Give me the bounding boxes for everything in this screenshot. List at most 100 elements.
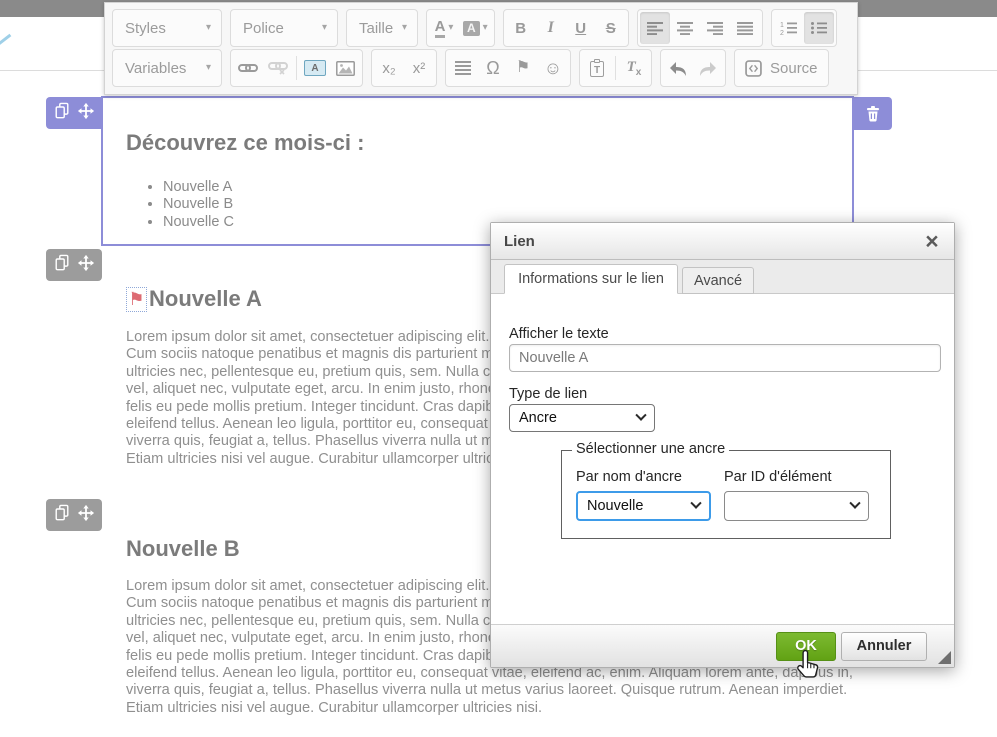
chevron-down-icon: ▾ xyxy=(322,23,327,33)
numbered-list-icon: 12 xyxy=(780,21,798,35)
anchor-fieldset-legend: Sélectionner une ancre xyxy=(572,441,729,457)
unlink-button[interactable] xyxy=(263,52,293,84)
display-text-input[interactable] xyxy=(509,344,941,372)
unlink-icon xyxy=(268,61,288,75)
source-code-icon xyxy=(745,60,762,77)
insert-group: Ω ⚑ ☺ xyxy=(445,49,571,87)
dialog-title: Lien xyxy=(504,233,535,250)
remove-format-button[interactable]: Tx xyxy=(619,52,649,84)
numbered-list-button[interactable]: 12 xyxy=(774,12,804,44)
list-item[interactable]: Nouvelle C xyxy=(163,214,234,231)
trash-icon xyxy=(866,106,880,122)
variables-dropdown[interactable]: Variables ▾ xyxy=(112,49,222,87)
underline-icon: U xyxy=(575,21,586,36)
cancel-button[interactable]: Annuler xyxy=(841,632,927,661)
image-button[interactable] xyxy=(330,52,360,84)
link-type-select[interactable]: Ancre xyxy=(509,404,655,432)
italic-button[interactable]: I xyxy=(536,12,566,44)
source-button[interactable]: Source xyxy=(737,52,826,84)
subscript-button[interactable]: x₂ xyxy=(374,52,404,84)
smiley-icon: ☺ xyxy=(544,59,562,77)
copy-block-icon[interactable] xyxy=(54,504,70,527)
align-left-icon xyxy=(647,22,663,35)
superscript-button[interactable]: x² xyxy=(404,52,434,84)
copy-block-icon[interactable] xyxy=(54,254,70,277)
link-group: A xyxy=(230,49,363,87)
styles-dropdown[interactable]: Styles ▾ xyxy=(112,9,222,47)
chevron-down-icon xyxy=(690,498,701,509)
special-char-button[interactable]: Ω xyxy=(478,52,508,84)
move-block-icon[interactable] xyxy=(77,102,95,125)
anchor-field-icon: A xyxy=(304,60,326,76)
anchor-id-select[interactable] xyxy=(724,491,869,521)
anchor-marker[interactable]: ⚑ xyxy=(126,287,147,312)
background-color-button[interactable]: A ▾ xyxy=(459,12,492,44)
strikethrough-icon: S xyxy=(606,21,616,36)
paste-text-button[interactable]: T xyxy=(582,52,612,84)
font-dropdown[interactable]: Police ▾ xyxy=(230,9,338,47)
flag-icon: ⚑ xyxy=(516,60,530,76)
decorative-mark xyxy=(0,34,11,46)
redo-button[interactable] xyxy=(693,52,723,84)
dialog-titlebar[interactable]: Lien xyxy=(491,223,954,260)
color-button-group: A ▾ A ▾ xyxy=(426,9,495,47)
delete-block-button[interactable] xyxy=(854,97,892,130)
clipboard-icon: T xyxy=(590,61,604,77)
styles-dropdown-label: Styles xyxy=(125,20,166,37)
svg-text:2: 2 xyxy=(780,30,784,35)
newsletter-heading: Découvrez ce mois-ci : xyxy=(126,130,364,156)
toolbar-row-2: Variables ▾ A x₂ x² xyxy=(112,48,850,88)
horizontal-rule-button[interactable] xyxy=(448,52,478,84)
anchor-name-label: Par nom d'ancre xyxy=(576,469,682,485)
tab-link-info[interactable]: Informations sur le lien xyxy=(504,264,678,294)
list-item[interactable]: Nouvelle A xyxy=(163,179,234,196)
size-dropdown[interactable]: Taille ▾ xyxy=(346,9,418,47)
variables-dropdown-label: Variables xyxy=(125,60,186,77)
alignment-group xyxy=(637,9,763,47)
align-right-icon xyxy=(707,22,723,35)
chevron-down-icon xyxy=(849,498,860,509)
move-block-icon[interactable] xyxy=(77,504,95,527)
text-color-icon: A xyxy=(435,19,446,38)
align-justify-button[interactable] xyxy=(730,12,760,44)
underline-button[interactable]: U xyxy=(566,12,596,44)
text-color-button[interactable]: A ▾ xyxy=(429,12,459,44)
move-block-icon[interactable] xyxy=(77,254,95,277)
anchor-flag-icon: ⚑ xyxy=(128,290,144,308)
block1-handle-tab xyxy=(46,97,102,129)
chevron-down-icon xyxy=(635,410,646,421)
undo-group xyxy=(660,49,726,87)
smiley-button[interactable]: ☺ xyxy=(538,52,568,84)
undo-button[interactable] xyxy=(663,52,693,84)
toolbar-row-1: Styles ▾ Police ▾ Taille ▾ A ▾ A ▾ xyxy=(112,8,850,48)
toolbar-separator xyxy=(615,56,616,80)
link-button[interactable] xyxy=(233,52,263,84)
size-dropdown-label: Taille xyxy=(359,20,393,37)
anchor-field-button[interactable]: A xyxy=(300,52,330,84)
script-group: x₂ x² xyxy=(371,49,437,87)
newsletter-toc-list: Nouvelle A Nouvelle B Nouvelle C xyxy=(126,179,234,231)
dialog-resize-handle[interactable] xyxy=(938,651,951,664)
copy-block-icon[interactable] xyxy=(54,102,70,125)
bullet-list-button[interactable] xyxy=(804,12,834,44)
anchor-button[interactable]: ⚑ xyxy=(508,52,538,84)
align-center-button[interactable] xyxy=(670,12,700,44)
tab-advanced[interactable]: Avancé xyxy=(682,267,754,294)
subscript-icon: x₂ xyxy=(382,61,395,76)
strikethrough-button[interactable]: S xyxy=(596,12,626,44)
image-icon xyxy=(336,61,355,76)
display-text-label: Afficher le texte xyxy=(509,326,609,342)
svg-text:1: 1 xyxy=(780,22,784,29)
bold-button[interactable]: B xyxy=(506,12,536,44)
align-right-button[interactable] xyxy=(700,12,730,44)
dialog-close-button[interactable]: × xyxy=(920,229,944,253)
chevron-down-icon: ▾ xyxy=(448,23,453,33)
align-center-icon xyxy=(677,22,693,35)
source-group: Source xyxy=(734,49,829,87)
align-left-button[interactable] xyxy=(640,12,670,44)
anchor-name-select[interactable]: Nouvelle xyxy=(576,491,711,521)
omega-icon: Ω xyxy=(486,59,499,77)
chevron-down-icon: ▾ xyxy=(483,23,488,33)
bullet-list-icon xyxy=(810,21,828,35)
list-item[interactable]: Nouvelle B xyxy=(163,196,234,213)
